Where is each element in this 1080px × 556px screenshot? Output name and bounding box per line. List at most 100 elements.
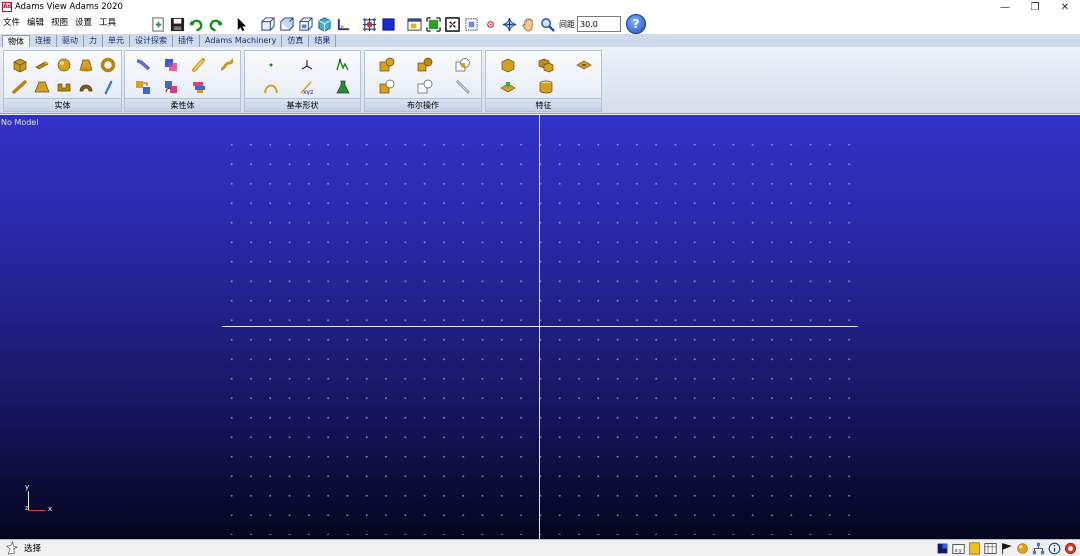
bent-beam-icon (220, 58, 235, 71)
global-triad: y z x (20, 483, 60, 517)
redo-button[interactable] (206, 15, 225, 33)
pan-button[interactable] (519, 15, 538, 33)
zoom-fit-button[interactable] (424, 15, 443, 33)
ribbon-group-label: 实体 (4, 98, 121, 111)
center-button[interactable] (481, 15, 500, 33)
torus-tool[interactable] (98, 55, 118, 75)
beam-tool[interactable] (217, 55, 237, 75)
flex-to-rigid-tool[interactable] (161, 77, 181, 97)
status-tool-sphere[interactable] (1015, 541, 1030, 556)
title-bar: Ad Adams View Adams 2020 — ❐ ✕ (0, 0, 1080, 14)
dummy-part-tool[interactable] (333, 77, 353, 97)
menu-bar: 文件 编辑 视图 设置 工具 (2, 16, 117, 28)
render-mode-button[interactable] (379, 15, 398, 33)
merge-tool[interactable] (415, 55, 435, 75)
triad-y-label: y (25, 483, 30, 491)
status-toolbar: x.y (935, 541, 1078, 556)
tab-forces[interactable]: 力 (84, 35, 103, 47)
revolution-tool[interactable] (76, 77, 96, 97)
flex-body-tool[interactable] (189, 55, 209, 75)
adams-view-window: Ad Adams View Adams 2020 — ❐ ✕ 文件 编辑 视图 … (0, 0, 1080, 556)
tab-simulation[interactable]: 仿真 (282, 35, 310, 47)
split-tool[interactable] (415, 77, 435, 97)
polyline-tool[interactable] (333, 55, 353, 75)
chamfer-tool[interactable] (498, 55, 518, 75)
rigid-to-flex-tool[interactable] (133, 77, 153, 97)
sphere-tool[interactable] (54, 55, 74, 75)
zoom-button[interactable] (538, 15, 557, 33)
extrusion-tool[interactable] (54, 77, 74, 97)
status-tool-flag[interactable] (999, 541, 1014, 556)
cut-tool[interactable] (377, 77, 397, 97)
status-tool-table[interactable] (983, 541, 998, 556)
frustum-tool[interactable] (76, 55, 96, 75)
flex-swap-tool[interactable] (189, 77, 209, 97)
box-tool[interactable] (10, 55, 30, 75)
tab-results[interactable]: 结果 (309, 35, 337, 47)
tab-connectors[interactable]: 连接 (30, 35, 57, 47)
viewflex-import-tool[interactable] (161, 55, 181, 75)
discrete-flex-link-tool[interactable] (133, 55, 153, 75)
status-tool-render[interactable] (935, 541, 950, 556)
model-viewport[interactable]: No Model y z x (0, 115, 1080, 539)
menu-settings[interactable]: 设置 (74, 16, 93, 28)
menu-edit[interactable]: 编辑 (26, 16, 45, 28)
view-front-button[interactable] (258, 15, 277, 33)
status-tool-coordinates[interactable]: x.y (951, 541, 966, 556)
tab-design-exploration[interactable]: 设计探索 (130, 35, 173, 47)
grid-spacing-input[interactable] (577, 16, 621, 32)
minimize-button[interactable]: — (990, 0, 1020, 14)
menu-file[interactable]: 文件 (2, 16, 21, 28)
tab-bodies[interactable]: 物体 (2, 35, 30, 47)
zoom-box-button[interactable] (443, 15, 462, 33)
menu-tools[interactable]: 工具 (98, 16, 117, 28)
svg-text:xyz: xyz (303, 89, 313, 95)
view-cube-icon (261, 16, 275, 31)
hollow-tool[interactable] (536, 77, 556, 97)
save-button[interactable] (168, 15, 187, 33)
undo-button[interactable] (187, 15, 206, 33)
new-model-button[interactable] (149, 15, 168, 33)
zoom-region-button[interactable] (462, 15, 481, 33)
status-tool-note[interactable] (967, 541, 982, 556)
tab-motions[interactable]: 驱动 (57, 35, 84, 47)
union-tool[interactable] (377, 55, 397, 75)
hole-tool[interactable] (574, 55, 594, 75)
rigid-to-flex-icon (136, 81, 150, 94)
fillet-tool[interactable] (536, 55, 556, 75)
status-tool-hierarchy[interactable] (1031, 541, 1046, 556)
spline-tool[interactable]: xyz (297, 77, 317, 97)
status-tool-info[interactable] (1047, 541, 1062, 556)
tab-elements[interactable]: 单元 (103, 35, 130, 47)
view-cube-icon (280, 16, 294, 31)
boss-tool[interactable] (498, 77, 518, 97)
select-button[interactable] (232, 15, 251, 33)
magnifier-icon (541, 17, 555, 32)
tab-adams-machinery[interactable]: Adams Machinery (200, 35, 283, 47)
flex-beam-icon (136, 59, 151, 71)
triad-button[interactable] (334, 15, 353, 33)
view-iso-button[interactable] (315, 15, 334, 33)
intersect-tool[interactable] (453, 55, 473, 75)
plane-tool[interactable] (98, 77, 118, 97)
view-top-button[interactable] (277, 15, 296, 33)
restore-button[interactable]: ❐ (1020, 0, 1050, 14)
close-button[interactable]: ✕ (1050, 0, 1080, 14)
help-icon[interactable]: ? (626, 14, 646, 34)
point-tool[interactable] (261, 55, 281, 75)
tab-plugins[interactable]: 插件 (173, 35, 200, 47)
fit-view-button[interactable] (405, 15, 424, 33)
rotate-button[interactable] (500, 15, 519, 33)
arc-tool[interactable] (261, 77, 281, 97)
undo-icon (189, 19, 203, 31)
cylinder-tool[interactable] (32, 55, 52, 75)
link-tool[interactable] (10, 77, 30, 97)
menu-view[interactable]: 视图 (50, 16, 69, 28)
mesh-button[interactable] (360, 15, 379, 33)
ribbon-group-label: 基本形状 (245, 98, 360, 111)
status-tool-stop[interactable] (1063, 541, 1078, 556)
plate-tool[interactable] (32, 77, 52, 97)
marker-tool[interactable] (297, 55, 317, 75)
chain-tool[interactable] (453, 77, 473, 97)
view-right-button[interactable] (296, 15, 315, 33)
